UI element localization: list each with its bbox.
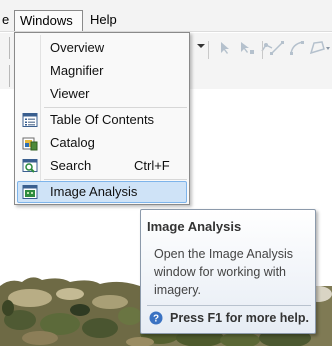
- menu-item-magnifier[interactable]: Magnifier: [17, 60, 187, 82]
- select-arrow-icon[interactable]: [216, 39, 234, 57]
- search-window-icon: [22, 158, 38, 174]
- menu-item-search[interactable]: Search Ctrl+F: [17, 155, 187, 177]
- arc-segment-icon[interactable]: [288, 39, 306, 57]
- menu-bar: e Windows Help: [0, 0, 332, 32]
- help-icon: ?: [149, 311, 163, 325]
- menu-file[interactable]: e: [0, 10, 15, 31]
- menu-item-label: Magnifier: [50, 63, 104, 78]
- menu-item-viewer[interactable]: Viewer: [17, 83, 187, 105]
- catalog-icon: [22, 135, 38, 151]
- menu-windows[interactable]: Windows: [14, 10, 83, 31]
- menu-item-label: Search: [50, 158, 92, 173]
- tooltip-separator: [147, 305, 311, 306]
- menu-item-table-of-contents[interactable]: Table Of Contents: [17, 109, 187, 131]
- tooltip-title: Image Analysis: [147, 219, 242, 234]
- table-of-contents-icon: [22, 112, 38, 128]
- windows-menu: Overview Magnifier Viewer Table Of Conte…: [14, 32, 190, 205]
- tooltip-body: Open the Image Analysis window for worki…: [154, 247, 293, 297]
- tooltip-help-text: Press F1 for more help.: [170, 311, 309, 325]
- image-analysis-icon: [22, 184, 38, 200]
- menu-item-label: Overview: [50, 40, 105, 55]
- straight-segment-icon[interactable]: [268, 39, 286, 57]
- menu-item-label: Viewer: [50, 86, 90, 101]
- svg-text:?: ?: [153, 314, 159, 325]
- menu-item-label: Image Analysis: [50, 184, 138, 199]
- toolbar-grip[interactable]: [0, 65, 10, 87]
- toolbar-separator: [262, 41, 263, 59]
- menu-help[interactable]: Help: [84, 10, 123, 31]
- menu-item-label: Table Of Contents: [50, 112, 155, 127]
- menu-item-overview[interactable]: Overview: [17, 37, 187, 59]
- polygon-tool-icon[interactable]: [308, 39, 330, 57]
- toolbar-separator: [208, 41, 209, 59]
- menu-separator: [44, 179, 187, 180]
- menu-separator: [44, 107, 187, 108]
- menu-item-image-analysis[interactable]: Image Analysis: [17, 181, 187, 203]
- menu-item-shortcut: Ctrl+F: [134, 158, 170, 173]
- edit-vertices-icon[interactable]: [238, 39, 256, 57]
- image-analysis-tooltip: Image Analysis Open the Image Analysis w…: [140, 209, 316, 334]
- toolbar-grip[interactable]: [0, 37, 10, 59]
- dropdown-arrow-icon[interactable]: [197, 44, 205, 48]
- menu-item-catalog[interactable]: Catalog: [17, 132, 187, 154]
- menu-item-label: Catalog: [50, 135, 95, 150]
